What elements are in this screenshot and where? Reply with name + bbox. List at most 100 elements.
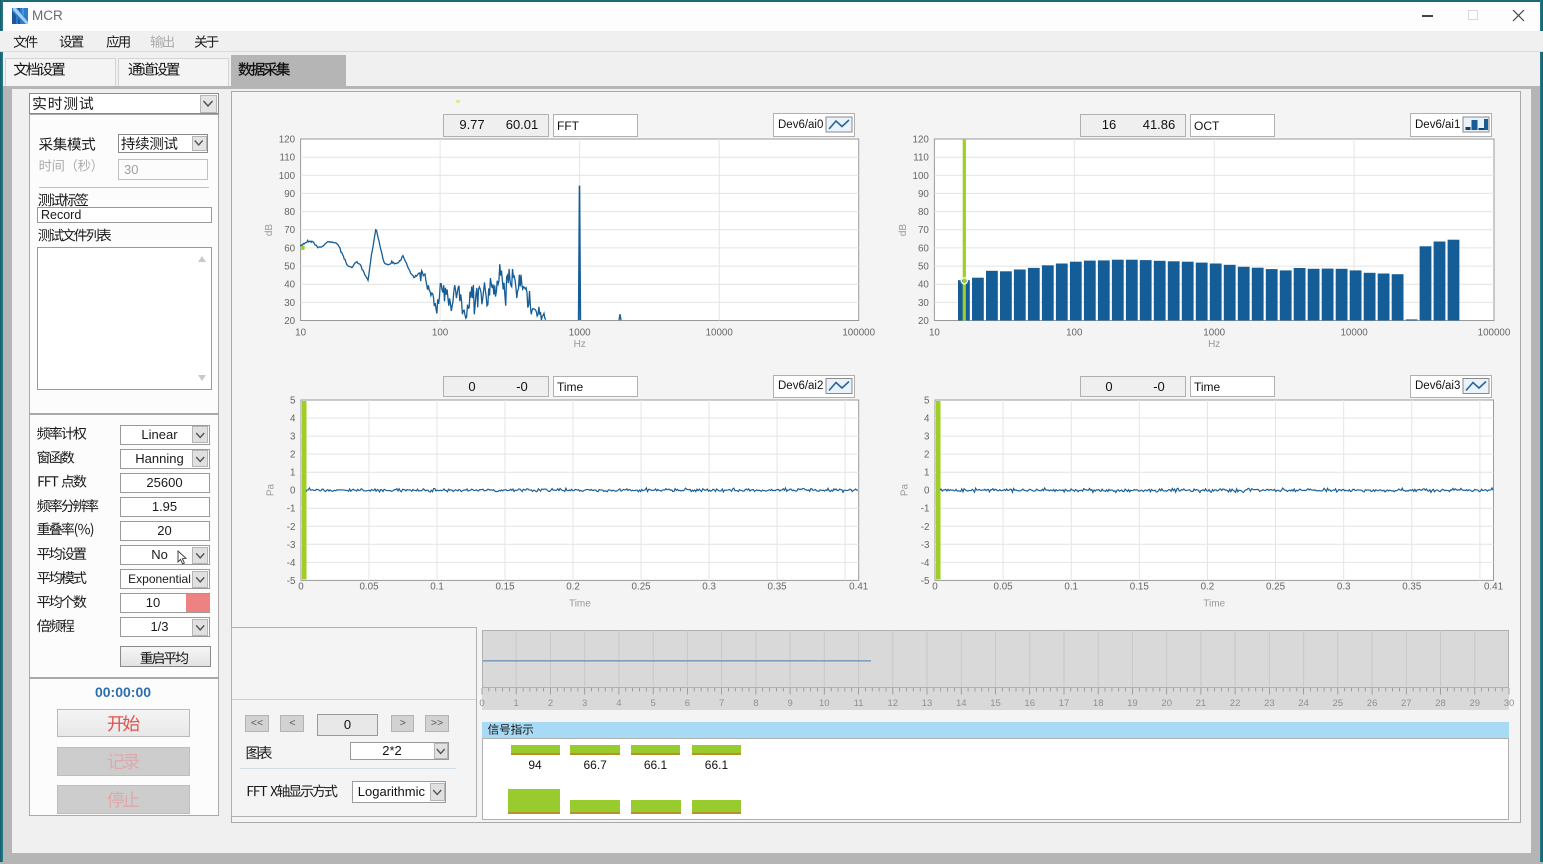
svg-text:90: 90 — [284, 189, 295, 200]
svg-text:2: 2 — [924, 450, 929, 461]
svg-text:50: 50 — [284, 262, 295, 273]
svg-text:0.3: 0.3 — [702, 582, 716, 593]
svg-text:30: 30 — [284, 298, 295, 309]
svg-text:10: 10 — [929, 328, 940, 339]
svg-text:10000: 10000 — [706, 328, 734, 339]
svg-text:3: 3 — [924, 432, 930, 443]
svg-text:110: 110 — [913, 153, 929, 164]
svg-text:5: 5 — [651, 698, 656, 709]
svg-text:27: 27 — [1401, 698, 1412, 709]
svg-text:4: 4 — [290, 414, 296, 425]
svg-text:Pa: Pa — [266, 483, 277, 496]
svg-text:0.3: 0.3 — [1337, 582, 1351, 593]
svg-text:18: 18 — [1093, 698, 1104, 709]
svg-text:Time: Time — [1203, 599, 1225, 610]
svg-text:13: 13 — [922, 698, 933, 709]
svg-text:16: 16 — [1024, 698, 1035, 709]
svg-text:100: 100 — [913, 171, 930, 182]
svg-text:0.25: 0.25 — [632, 582, 652, 593]
svg-text:10000: 10000 — [1340, 328, 1368, 339]
svg-text:-5: -5 — [921, 576, 930, 587]
svg-text:0.05: 0.05 — [994, 582, 1014, 593]
svg-text:-2: -2 — [287, 522, 296, 533]
svg-text:29: 29 — [1470, 698, 1481, 709]
svg-text:5: 5 — [290, 396, 296, 407]
svg-text:2: 2 — [290, 450, 295, 461]
svg-text:Time: Time — [569, 599, 591, 610]
svg-text:-1: -1 — [921, 504, 930, 515]
svg-text:70: 70 — [284, 225, 295, 236]
svg-text:60: 60 — [284, 243, 295, 254]
svg-text:11: 11 — [854, 698, 864, 709]
svg-text:1000: 1000 — [1203, 328, 1225, 339]
svg-text:24: 24 — [1298, 698, 1309, 709]
svg-text:30: 30 — [918, 298, 929, 309]
svg-text:9: 9 — [787, 698, 792, 709]
svg-text:20: 20 — [918, 316, 929, 327]
svg-text:110: 110 — [279, 153, 295, 164]
svg-text:100: 100 — [1066, 328, 1083, 339]
svg-text:0.2: 0.2 — [1201, 582, 1215, 593]
svg-text:4: 4 — [924, 414, 930, 425]
svg-text:100000: 100000 — [842, 328, 875, 339]
svg-text:0.41: 0.41 — [1484, 582, 1503, 593]
svg-text:-1: -1 — [287, 504, 296, 515]
svg-text:0.1: 0.1 — [1064, 582, 1078, 593]
svg-text:28: 28 — [1435, 698, 1446, 709]
svg-text:100: 100 — [279, 171, 296, 182]
svg-text:0.15: 0.15 — [495, 582, 515, 593]
svg-text:120: 120 — [279, 135, 296, 146]
svg-text:4: 4 — [616, 698, 621, 709]
svg-text:dB: dB — [264, 224, 275, 237]
svg-text:100000: 100000 — [1478, 328, 1511, 339]
svg-text:1: 1 — [924, 468, 929, 479]
svg-text:0.1: 0.1 — [430, 582, 444, 593]
svg-text:80: 80 — [284, 207, 295, 218]
svg-text:-2: -2 — [921, 522, 930, 533]
svg-text:0.25: 0.25 — [1266, 582, 1286, 593]
svg-text:3: 3 — [290, 432, 296, 443]
svg-text:2: 2 — [548, 698, 553, 709]
svg-text:40: 40 — [284, 280, 295, 291]
svg-text:-4: -4 — [287, 558, 296, 569]
svg-text:40: 40 — [918, 280, 929, 291]
svg-text:1: 1 — [290, 468, 295, 479]
svg-text:12: 12 — [888, 698, 899, 709]
svg-text:0.05: 0.05 — [359, 582, 379, 593]
svg-text:30: 30 — [1504, 698, 1515, 709]
svg-text:14: 14 — [956, 698, 967, 709]
svg-text:26: 26 — [1367, 698, 1378, 709]
svg-text:5: 5 — [924, 396, 930, 407]
svg-text:60: 60 — [918, 243, 929, 254]
svg-text:0.2: 0.2 — [566, 582, 580, 593]
svg-text:Hz: Hz — [1208, 339, 1220, 350]
svg-text:Pa: Pa — [900, 483, 911, 496]
svg-text:6: 6 — [685, 698, 690, 709]
svg-text:0: 0 — [932, 582, 938, 593]
svg-text:3: 3 — [582, 698, 587, 709]
svg-text:22: 22 — [1230, 698, 1241, 709]
svg-text:120: 120 — [913, 135, 930, 146]
svg-text:20: 20 — [1161, 698, 1172, 709]
svg-text:90: 90 — [918, 189, 929, 200]
svg-text:0.41: 0.41 — [849, 582, 868, 593]
svg-text:25: 25 — [1333, 698, 1344, 709]
svg-text:15: 15 — [990, 698, 1001, 709]
svg-text:23: 23 — [1264, 698, 1275, 709]
svg-text:21: 21 — [1196, 698, 1207, 709]
svg-text:100: 100 — [432, 328, 449, 339]
svg-text:-3: -3 — [287, 540, 296, 551]
svg-text:0.35: 0.35 — [768, 582, 788, 593]
svg-text:8: 8 — [753, 698, 758, 709]
svg-text:70: 70 — [918, 225, 929, 236]
svg-text:0.35: 0.35 — [1402, 582, 1422, 593]
svg-text:1: 1 — [514, 698, 519, 709]
svg-text:17: 17 — [1059, 698, 1070, 709]
svg-text:0: 0 — [924, 486, 930, 497]
svg-text:0: 0 — [298, 582, 304, 593]
svg-text:7: 7 — [719, 698, 724, 709]
svg-text:1000: 1000 — [569, 328, 591, 339]
svg-text:50: 50 — [918, 262, 929, 273]
svg-text:dB: dB — [898, 224, 909, 237]
svg-text:-4: -4 — [921, 558, 930, 569]
